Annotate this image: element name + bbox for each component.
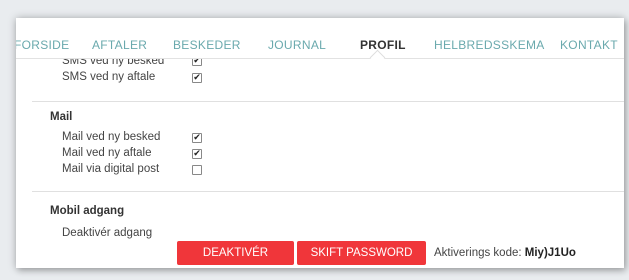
mail-new-message-checkbox[interactable]: ✔ <box>192 133 202 143</box>
sms-new-message-label: SMS ved ny besked <box>62 59 165 67</box>
mail-digital-post-checkbox[interactable] <box>192 165 202 175</box>
activation-code-label: Aktiverings kode: <box>434 247 522 259</box>
activation-code: Aktiverings kode: Miy)J1Uo <box>434 247 576 259</box>
change-password-button[interactable]: SKIFT PASSWORD <box>297 241 426 265</box>
section-divider <box>32 191 624 192</box>
profile-card: FORSIDE AFTALER BESKEDER JOURNAL PROFIL … <box>16 18 624 268</box>
mail-new-appointment-checkbox[interactable]: ✔ <box>192 149 202 159</box>
tab-aftaler[interactable]: AFTALER <box>92 38 147 52</box>
sms-new-message-checkbox[interactable]: ✔ <box>192 59 202 66</box>
tab-kontakt[interactable]: KONTAKT <box>560 38 618 52</box>
settings-content: SMS ved ny besked ✔ SMS ved ny aftale ✔ … <box>32 59 624 268</box>
main-nav: FORSIDE AFTALER BESKEDER JOURNAL PROFIL … <box>16 18 624 66</box>
mail-section-title: Mail <box>50 111 73 123</box>
sms-new-appointment-label: SMS ved ny aftale <box>62 71 156 83</box>
section-divider <box>32 101 624 102</box>
activation-code-value: Miy)J1Uo <box>524 247 576 259</box>
mail-new-appointment-label: Mail ved ny aftale <box>62 147 152 159</box>
deactivate-access-label: Deaktivér adgang <box>62 227 153 239</box>
tab-beskeder[interactable]: BESKEDER <box>173 38 241 52</box>
sms-new-appointment-checkbox[interactable]: ✔ <box>192 73 202 83</box>
deactivate-button[interactable]: DEAKTIVÉR <box>177 241 294 265</box>
tab-helbredsskema[interactable]: HELBREDSSKEMA <box>434 38 545 52</box>
mail-new-message-label: Mail ved ny besked <box>62 131 161 143</box>
tab-profil[interactable]: PROFIL <box>360 38 406 52</box>
tab-forside[interactable]: FORSIDE <box>16 38 69 52</box>
tab-journal[interactable]: JOURNAL <box>268 38 326 52</box>
mobile-section-title: Mobil adgang <box>50 205 125 217</box>
mail-digital-post-label: Mail via digital post <box>62 163 160 175</box>
